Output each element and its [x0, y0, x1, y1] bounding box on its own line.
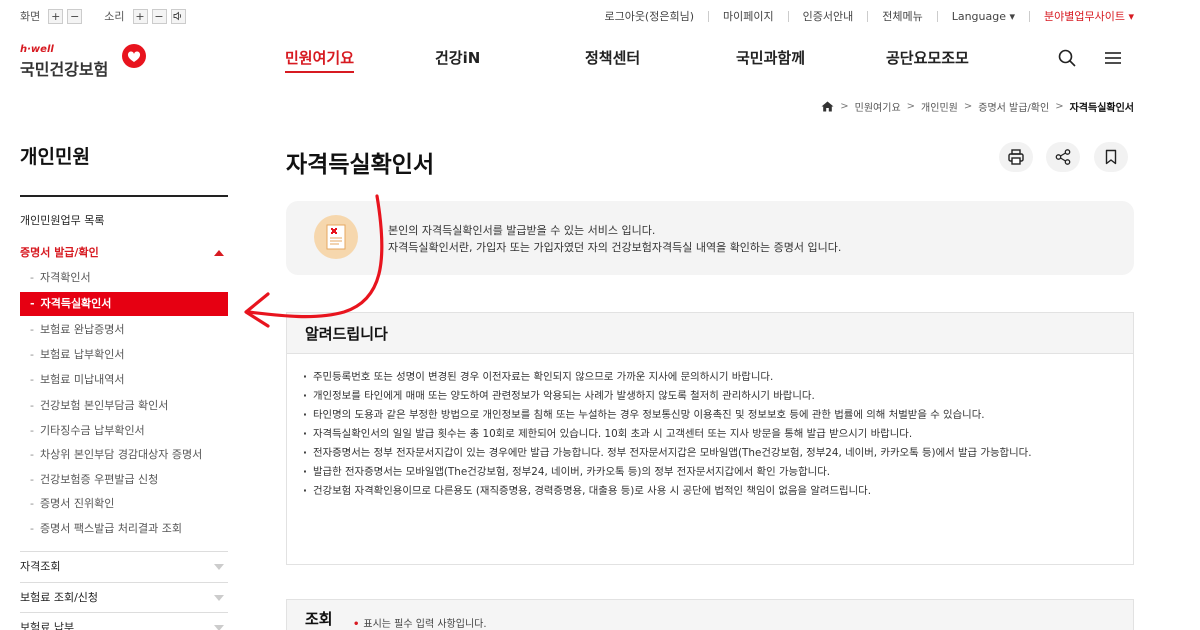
- sidebar-subitem-unpaid[interactable]: 보험료 미납내역서: [20, 368, 228, 392]
- zoom-out-button[interactable]: −: [67, 8, 83, 24]
- logout-link[interactable]: 로그아웃(정은희님): [604, 8, 694, 24]
- sidebar-subitem-copay[interactable]: 건강보험 본인부담금 확인서: [20, 394, 228, 418]
- intro-definition: 자격득실확인서란, 가입자 또는 가입자였던 자의 건강보험자격득실 내역을 확…: [388, 241, 842, 254]
- sidebar-item-premium-payment[interactable]: 보험료 납부: [20, 615, 228, 630]
- expand-triangle-icon: [214, 625, 224, 630]
- notice-header: 알려드립니다: [287, 313, 1133, 354]
- nav-item-about[interactable]: 공단요모조모: [886, 47, 969, 68]
- certificate-guide-link[interactable]: 인증서안내: [803, 8, 854, 24]
- notice-item: 주민등록번호 또는 성명이 변경된 경우 이전자료는 확인되지 않으므로 가까운…: [303, 369, 1103, 386]
- volume-up-button[interactable]: +: [132, 8, 148, 24]
- expand-triangle-icon: [214, 564, 224, 570]
- sidebar-subitem-near-poverty[interactable]: 차상위 본인부담 경감대상자 증명서: [20, 443, 228, 467]
- sidebar-subitem-verify[interactable]: 증명서 진위확인: [20, 492, 228, 516]
- notice-item: 개인정보를 타인에게 매매 또는 양도하여 관련정보가 악용되는 사례가 발생하…: [303, 388, 1103, 405]
- sidebar-item-label: 보험료 납부: [20, 621, 75, 630]
- share-icon: [1055, 149, 1071, 165]
- volume-down-button[interactable]: −: [151, 8, 167, 24]
- breadcrumb-item[interactable]: 개인민원: [921, 99, 958, 114]
- nav-item-with-public[interactable]: 국민과함께: [736, 47, 805, 68]
- sidebar-item-qualification-lookup[interactable]: 자격조회: [20, 554, 228, 580]
- lookup-title: 조회: [305, 610, 333, 628]
- intro-description: 본인의 자격득실확인서를 발급받을 수 있는 서비스 입니다.: [388, 224, 656, 237]
- sidebar-item-civil-list[interactable]: 개인민원업무 목록: [20, 208, 228, 234]
- required-note: • 표시는 필수 입력 사항입니다.: [353, 615, 487, 630]
- nav-item-policy-center[interactable]: 정책센터: [585, 47, 640, 68]
- notice-item: 건강보험 자격확인용이므로 다른용도 (재직증명용, 경력증명용, 대출용 등)…: [303, 483, 1103, 500]
- sidebar-divider: [20, 195, 228, 197]
- chevron-right-icon: >: [840, 101, 849, 112]
- logo-tagline: h·well: [20, 44, 54, 55]
- sidebar-subitem-qualification[interactable]: 자격확인서: [20, 266, 228, 290]
- sidebar-item-label: 자격조회: [20, 560, 61, 573]
- business-sites-select[interactable]: 분야별업무사이트 ▾: [1044, 8, 1134, 24]
- zoom-in-button[interactable]: +: [48, 8, 64, 24]
- expand-triangle-icon: [214, 595, 224, 601]
- notice-item: 발급한 전자증명서는 모바일앱(The건강보험, 정부24, 네이버, 카카오톡…: [303, 464, 1103, 481]
- notice-box: 알려드립니다 주민등록번호 또는 성명이 변경된 경우 이전자료는 확인되지 않…: [286, 312, 1134, 565]
- sidebar-item-premium-lookup[interactable]: 보험료 조회/신청: [20, 585, 228, 611]
- required-note-text: 표시는 필수 입력 사항입니다.: [363, 619, 487, 630]
- notice-item: 타인명의 도용과 같은 부정한 방법으로 개인정보를 침해 또는 누설하는 경우…: [303, 407, 1103, 424]
- certificate-icon: [314, 215, 358, 259]
- nav-item-health-in[interactable]: 건강iN: [435, 47, 480, 68]
- speaker-icon[interactable]: [170, 8, 186, 24]
- nhis-logo[interactable]: h·well 국민건강보험: [20, 42, 160, 82]
- sidebar-item-certificates[interactable]: 증명서 발급/확인: [20, 240, 228, 266]
- print-button[interactable]: [999, 142, 1033, 172]
- notice-item: 전자증명서는 정부 전자문서지갑이 있는 경우에만 발급 가능합니다. 정부 전…: [303, 445, 1103, 462]
- page-title: 자격득실확인서: [286, 152, 435, 178]
- sidebar-subitem-full-payment[interactable]: 보험료 완납증명서: [20, 318, 228, 342]
- utility-links: 로그아웃(정은희님) 마이페이지 인증서안내 전체메뉴 Language ▾ 분…: [604, 8, 1134, 24]
- breadcrumb: > 민원여기요 > 개인민원 > 증명서 발급/확인 > 자격득실확인서: [821, 99, 1134, 114]
- sidebar-subitem-other-collection[interactable]: 기타징수금 납부확인서: [20, 419, 228, 443]
- notice-title: 알려드립니다: [305, 325, 388, 343]
- screen-size-label: 화면: [20, 10, 41, 23]
- required-mark: •: [353, 619, 360, 630]
- sidebar-item-label: 보험료 조회/신청: [20, 591, 99, 604]
- sidebar-subitem-fax-result[interactable]: 증명서 팩스발급 처리결과 조회: [20, 517, 228, 541]
- language-select[interactable]: Language ▾: [952, 10, 1015, 23]
- heart-logo-icon: [122, 44, 146, 68]
- logo-text: 국민건강보험: [20, 60, 109, 79]
- notice-item: 자격득실확인서의 일일 발급 횟수는 총 10회로 제한되어 있습니다. 10회…: [303, 426, 1103, 443]
- home-icon[interactable]: [821, 101, 834, 112]
- utility-bar: 화면 + − 소리 + − 로그아웃(정은희님) 마이페이지 인증서안내 전체메…: [0, 0, 1200, 32]
- chevron-right-icon: >: [963, 101, 973, 112]
- chevron-right-icon: >: [1055, 101, 1064, 112]
- hamburger-icon[interactable]: [1103, 48, 1123, 68]
- bookmark-icon: [1105, 149, 1117, 165]
- sidebar-subitem-mail-card[interactable]: 건강보험증 우편발급 신청: [20, 468, 228, 492]
- font-sound-controls: 화면 + − 소리 + −: [20, 8, 186, 24]
- service-intro-box: 본인의 자격득실확인서를 발급받을 수 있는 서비스 입니다. 자격득실확인서란…: [286, 201, 1134, 275]
- search-icon[interactable]: [1057, 48, 1077, 68]
- mypage-link[interactable]: 마이페이지: [723, 8, 774, 24]
- sidebar-subitem-payment-confirm[interactable]: 보험료 납부확인서: [20, 343, 228, 367]
- bookmark-button[interactable]: [1094, 142, 1128, 172]
- breadcrumb-item[interactable]: 민원여기요: [855, 99, 901, 114]
- sidebar-subitem-qualification-history[interactable]: 자격득실확인서: [20, 292, 228, 316]
- print-icon: [1008, 149, 1024, 165]
- sidebar-item-label: 증명서 발급/확인: [20, 246, 99, 259]
- sound-label: 소리: [104, 10, 125, 23]
- breadcrumb-current: 자격득실확인서: [1069, 103, 1134, 114]
- collapse-triangle-icon: [214, 250, 224, 256]
- lookup-section: 조회 • 표시는 필수 입력 사항입니다.: [286, 599, 1134, 630]
- nav-item-civil-service[interactable]: 민원여기요: [285, 47, 355, 73]
- chevron-right-icon: >: [906, 101, 916, 112]
- all-menu-link[interactable]: 전체메뉴: [882, 8, 922, 24]
- notice-list: 주민등록번호 또는 성명이 변경된 경우 이전자료는 확인되지 않으므로 가까운…: [303, 369, 1103, 502]
- share-button[interactable]: [1046, 142, 1080, 172]
- breadcrumb-item[interactable]: 증명서 발급/확인: [978, 99, 1049, 114]
- sidebar-title: 개인민원: [20, 146, 90, 168]
